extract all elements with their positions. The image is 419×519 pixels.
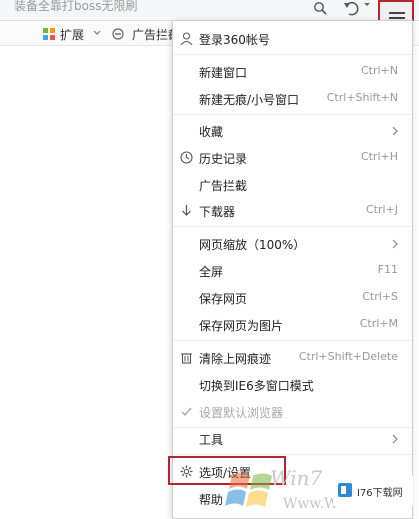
menu-item-label: 工具 [199,433,224,447]
menu-item-label: 登录360帐号 [199,33,270,47]
undo-icon[interactable] [343,0,359,16]
user-icon [180,32,193,45]
menu-item-save-as-image[interactable]: 保存网页为图片 Ctrl+M [173,313,412,337]
menu-item-label: 全屏 [199,265,224,279]
watermark-text: Win7 [270,466,323,490]
menu-item-set-default: 设置默认浏览器 [173,400,412,424]
menu-item-favorites[interactable]: 收藏 [173,119,412,143]
menu-item-zoom[interactable]: 网页缩放（100%） [173,232,412,256]
menu-item-adblock[interactable]: 广告拦截 [173,173,412,197]
menu-item-label: 下载器 [199,205,236,219]
menu-item-shortcut: Ctrl+Shift+N [326,91,398,104]
chevron-down-icon[interactable] [93,30,101,36]
menu-item-shortcut: Ctrl+H [360,150,398,163]
clock-icon [180,151,193,164]
search-icon[interactable] [313,1,327,15]
menu-item-login[interactable]: 登录360帐号 [173,27,412,51]
menu-item-label: 保存网页为图片 [199,319,284,333]
menu-item-tools[interactable]: 工具 [173,427,412,451]
chevron-down-icon[interactable] [364,0,370,8]
download-icon [182,205,191,216]
menu-item-shortcut: Ctrl+J [365,203,398,216]
watermark-url: Www.W [283,496,339,512]
address-text[interactable]: 装备全靠打boss无限刷 [14,0,304,14]
menu-item-downloader[interactable]: 下载器 Ctrl+J [173,199,412,223]
menu-item-label: 帮助 [199,493,224,507]
site-logo-icon [338,483,352,497]
menu-item-label: 广告拦截 [199,179,248,193]
menu-item-shortcut: Ctrl+N [360,64,398,77]
menu-item-label: 历史记录 [199,152,248,166]
menu-item-clear-history[interactable]: 清除上网痕迹 Ctrl+Shift+Delete [173,346,412,370]
menu-item-label: 网页缩放（100%） [199,238,306,252]
menu-item-shortcut: Ctrl+Shift+Delete [298,350,398,363]
extensions-icon[interactable] [43,28,55,40]
menu-item-label: 切换到IE6多窗口模式 [199,379,314,393]
chevron-right-icon [392,126,398,136]
menu-item-label: 清除上网痕迹 [199,352,272,366]
menu-item-fullscreen[interactable]: 全屏 F11 [173,259,412,283]
menu-item-ie6-mode[interactable]: 切换到IE6多窗口模式 [173,373,412,397]
chevron-right-icon [392,239,398,249]
chevron-right-icon [392,434,398,444]
menu-divider [173,226,412,227]
menu-item-new-window[interactable]: 新建窗口 Ctrl+N [173,60,412,84]
adblock-button[interactable]: 广告拦截 [132,26,172,43]
trash-icon [181,353,192,364]
menu-divider [173,54,412,55]
main-menu-dropdown: 登录360帐号 新建窗口 Ctrl+N 新建无痕/小号窗口 Ctrl+Shift… [172,20,413,519]
menu-item-shortcut: Ctrl+M [359,317,398,330]
menu-item-label: 收藏 [199,125,224,139]
menu-item-new-incognito[interactable]: 新建无痕/小号窗口 Ctrl+Shift+N [173,87,412,111]
menu-item-save-page[interactable]: 保存网页 Ctrl+S [173,286,412,310]
site-watermark-text: I76下载网 [357,488,403,499]
menu-item-label: 新建无痕/小号窗口 [199,93,300,107]
menu-divider [173,340,412,341]
site-watermark: I76下载网 [333,476,413,506]
check-icon [181,407,192,417]
address-bar[interactable]: 装备全靠打boss无限刷 [0,0,419,21]
menu-item-shortcut: Ctrl+S [362,290,398,303]
menu-item-label: 设置默认浏览器 [199,406,284,420]
menu-item-label: 新建窗口 [199,66,248,80]
menu-divider [173,454,412,455]
menu-item-history[interactable]: 历史记录 Ctrl+H [173,146,412,170]
adblock-icon[interactable] [112,28,124,40]
menu-item-label: 保存网页 [199,292,248,306]
extensions-button[interactable]: 扩展 [60,26,84,43]
menu-item-shortcut: F11 [377,263,398,276]
menu-divider [173,114,412,115]
